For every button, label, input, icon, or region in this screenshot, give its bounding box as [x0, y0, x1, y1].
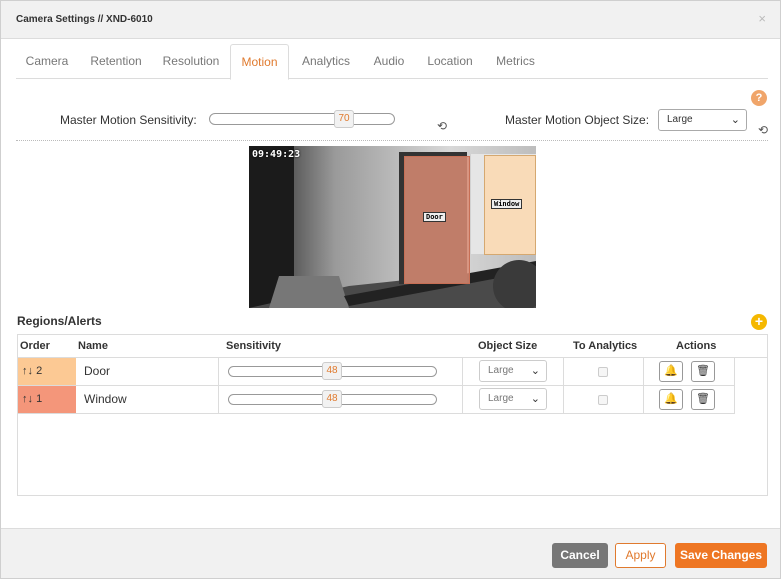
region-object-size-select[interactable]: Large ⌄ — [479, 360, 547, 382]
col-divider — [218, 358, 219, 385]
tab-resolution[interactable]: Resolution — [157, 44, 225, 79]
reorder-arrows-icon[interactable]: ↑↓ — [22, 365, 33, 377]
master-sensitivity-slider[interactable]: 70 — [209, 110, 395, 128]
master-sensitivity-handle[interactable]: 70 — [334, 110, 354, 128]
tab-location[interactable]: Location — [422, 44, 478, 79]
order-number: 1 — [36, 393, 43, 405]
region-sensitivity-handle[interactable]: 48 — [322, 362, 342, 380]
settings-tabs: Camera Retention Resolution Motion Analy… — [16, 44, 768, 80]
col-divider — [462, 386, 463, 413]
master-object-size-label: Master Motion Object Size: — [505, 113, 650, 127]
region-name: Door — [84, 364, 111, 378]
table-row: ↑↓ 1 Window 48 Large ⌄ 🔔 🗑 — [18, 386, 735, 414]
master-sensitivity-label: Master Motion Sensitivity: — [60, 113, 197, 127]
col-divider — [643, 386, 644, 413]
help-icon[interactable]: ? — [751, 90, 767, 106]
col-divider — [643, 358, 644, 385]
col-order: Order — [20, 340, 50, 352]
col-divider — [563, 358, 564, 385]
region-sensitivity-slider[interactable]: 48 — [228, 362, 437, 380]
save-changes-button[interactable]: Save Changes — [675, 543, 767, 568]
alert-bell-button[interactable]: 🔔 — [659, 389, 683, 410]
tab-camera[interactable]: Camera — [16, 44, 78, 79]
col-name: Name — [78, 340, 108, 352]
trash-icon: 🗑 — [696, 365, 710, 377]
master-object-size-select[interactable]: Large ⌄ — [658, 109, 747, 131]
camera-settings-dialog: Camera Settings // XND-6010 × Camera Ret… — [0, 0, 781, 579]
to-analytics-checkbox[interactable] — [598, 367, 608, 377]
dialog-title: Camera Settings // XND-6010 — [16, 14, 153, 25]
add-region-icon[interactable]: + — [751, 314, 767, 330]
tab-metrics[interactable]: Metrics — [488, 44, 543, 79]
region-sensitivity-handle[interactable]: 48 — [322, 390, 342, 408]
col-divider — [218, 386, 219, 413]
reorder-arrows-icon[interactable]: ↑↓ — [22, 393, 33, 405]
col-object-size: Object Size — [478, 340, 538, 352]
bell-icon: 🔔 — [664, 365, 678, 377]
master-object-size-value: Large — [667, 114, 693, 125]
regions-title: Regions/Alerts — [17, 314, 102, 328]
tab-motion[interactable]: Motion — [230, 44, 289, 80]
order-cell: ↑↓ 1 — [18, 386, 76, 413]
region-object-size-value: Large — [488, 365, 514, 376]
delete-region-button[interactable]: 🗑 — [691, 389, 715, 410]
col-actions: Actions — [676, 340, 717, 352]
camera-timestamp: 09:49:23 — [252, 149, 301, 160]
window-region-label: Window — [491, 199, 523, 209]
to-analytics-checkbox[interactable] — [598, 395, 608, 405]
region-sensitivity-slider[interactable]: 48 — [228, 390, 437, 408]
chevron-down-icon: ⌄ — [730, 114, 740, 126]
col-divider — [563, 386, 564, 413]
tab-analytics[interactable]: Analytics — [296, 44, 356, 79]
order-number: 2 — [36, 365, 43, 377]
chevron-down-icon: ⌄ — [530, 365, 540, 377]
apply-button[interactable]: Apply — [615, 543, 666, 568]
trash-icon: 🗑 — [696, 393, 710, 405]
alert-bell-button[interactable]: 🔔 — [659, 361, 683, 382]
col-to-analytics: To Analytics — [573, 340, 638, 352]
col-sensitivity: Sensitivity — [226, 340, 282, 352]
regions-table: Order Name Sensitivity Object Size To An… — [17, 334, 768, 496]
delete-region-button[interactable]: 🗑 — [691, 361, 715, 382]
close-icon[interactable]: × — [758, 11, 766, 26]
region-object-size-value: Large — [488, 393, 514, 404]
camera-preview: Door Window 09:49:23 — [249, 146, 536, 308]
bell-icon: 🔔 — [664, 393, 678, 405]
dialog-footer: Cancel Apply Save Changes — [1, 528, 780, 578]
table-row: ↑↓ 2 Door 48 Large ⌄ 🔔 🗑 — [18, 358, 735, 386]
reset-object-size-icon[interactable]: ⟲ — [757, 124, 769, 136]
divider — [16, 140, 768, 141]
cancel-button[interactable]: Cancel — [552, 543, 608, 568]
dialog-titlebar: Camera Settings // XND-6010 × — [1, 1, 780, 39]
tab-retention[interactable]: Retention — [82, 44, 150, 79]
region-object-size-select[interactable]: Large ⌄ — [479, 388, 547, 410]
reset-sensitivity-icon[interactable]: ⟲ — [436, 120, 448, 132]
order-cell: ↑↓ 2 — [18, 358, 76, 385]
col-divider — [462, 358, 463, 385]
door-region-label: Door — [423, 212, 446, 222]
tab-audio[interactable]: Audio — [364, 44, 414, 79]
chevron-down-icon: ⌄ — [530, 393, 540, 405]
region-name: Window — [84, 392, 127, 406]
